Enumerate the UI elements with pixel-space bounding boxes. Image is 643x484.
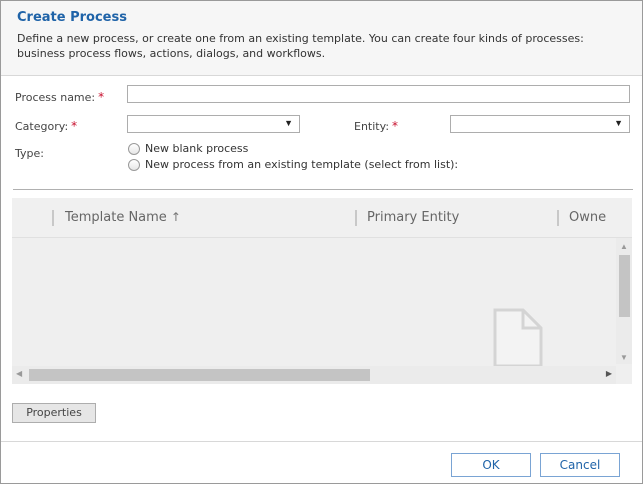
- column-header-owner[interactable]: Owne: [569, 210, 606, 225]
- vertical-scrollbar[interactable]: ▲ ▼: [616, 238, 632, 364]
- process-name-label: Process name:: [15, 91, 96, 104]
- section-divider: [13, 189, 633, 190]
- dialog-header: Create Process Define a new process, or …: [1, 1, 642, 76]
- chevron-down-icon: ▼: [284, 118, 293, 128]
- template-grid: Template Name ↑ Primary Entity Owne ▲ ▼ ◀…: [12, 198, 632, 384]
- required-marker: *: [392, 119, 399, 133]
- dialog-title: Create Process: [17, 10, 127, 25]
- entity-select[interactable]: ▼: [450, 115, 630, 133]
- horizontal-scrollbar[interactable]: ◀ ▶: [12, 366, 616, 384]
- required-marker: *: [71, 119, 78, 133]
- category-select[interactable]: ▼: [127, 115, 300, 133]
- radio-button[interactable]: [128, 158, 140, 171]
- horizontal-scroll-thumb[interactable]: [29, 369, 370, 381]
- document-icon: [493, 308, 543, 368]
- radio-button[interactable]: [128, 142, 140, 155]
- cancel-button[interactable]: Cancel: [540, 453, 620, 477]
- column-label: Owne: [569, 210, 607, 225]
- ok-button[interactable]: OK: [451, 453, 531, 477]
- properties-button[interactable]: Properties: [12, 403, 96, 423]
- column-label: Primary Entity: [367, 210, 460, 225]
- sort-ascending-icon: ↑: [170, 210, 181, 224]
- column-header-primary-entity[interactable]: Primary Entity: [367, 210, 459, 225]
- scroll-down-icon[interactable]: ▼: [620, 353, 628, 362]
- column-separator: [355, 210, 357, 226]
- chevron-down-icon: ▼: [614, 118, 623, 128]
- vertical-scroll-thumb[interactable]: [619, 255, 630, 317]
- scroll-up-icon[interactable]: ▲: [620, 242, 628, 251]
- column-header-template-name[interactable]: Template Name ↑: [65, 210, 181, 225]
- scroll-left-icon[interactable]: ◀: [16, 369, 22, 378]
- radio-label: New blank process: [145, 142, 249, 155]
- category-label: Category:: [15, 120, 69, 133]
- scroll-right-icon[interactable]: ▶: [606, 369, 612, 378]
- category-label-group: Category: *: [15, 119, 77, 133]
- process-name-input[interactable]: [127, 85, 630, 103]
- radio-label: New process from an existing template (s…: [145, 158, 459, 171]
- column-separator: [52, 210, 54, 226]
- column-label: Template Name: [65, 210, 167, 225]
- column-separator: [557, 210, 559, 226]
- dialog-description: Define a new process, or create one from…: [17, 32, 584, 60]
- entity-label-group: Entity: *: [354, 119, 398, 133]
- entity-label: Entity:: [354, 120, 390, 133]
- footer-divider: [1, 441, 642, 442]
- radio-new-from-template[interactable]: New process from an existing template (s…: [128, 158, 458, 171]
- required-marker: *: [98, 90, 105, 104]
- create-process-dialog: Create Process Define a new process, or …: [0, 0, 643, 484]
- process-name-label-group: Process name: *: [15, 90, 104, 104]
- grid-header: Template Name ↑ Primary Entity Owne: [12, 198, 632, 238]
- radio-new-blank-process[interactable]: New blank process: [128, 142, 248, 155]
- type-label: Type:: [15, 147, 44, 160]
